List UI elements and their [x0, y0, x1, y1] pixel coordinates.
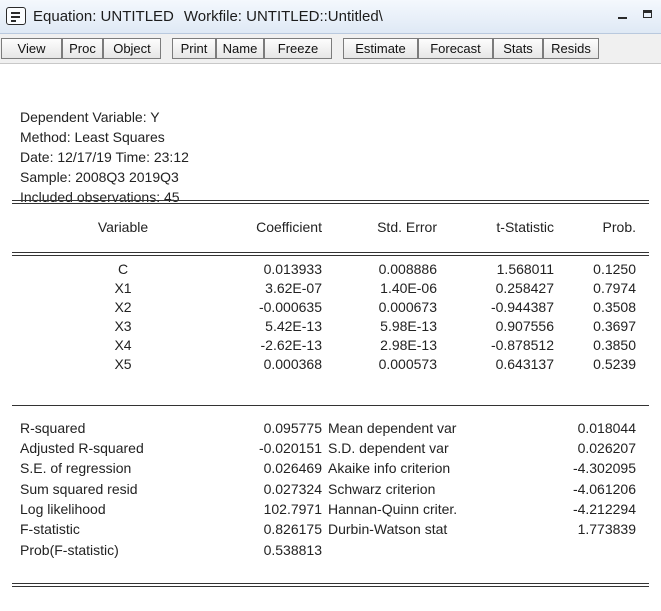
row-coefficient: 0.000368 — [263, 356, 322, 372]
stat-label: S.E. of regression — [20, 460, 132, 476]
table-divider — [12, 200, 649, 204]
print-button[interactable]: Print — [172, 38, 216, 59]
row-coefficient: 3.62E-07 — [265, 280, 322, 296]
stats-button[interactable]: Stats — [493, 38, 543, 59]
stat-value: 0.018044 — [577, 420, 636, 436]
included-observations: Included observations: 45 — [20, 189, 180, 205]
stat-label: Akaike info criterion — [328, 460, 451, 476]
row-std-error: 1.40E-06 — [380, 280, 437, 296]
row-variable: X1 — [114, 280, 132, 296]
stat-value: 0.027324 — [263, 481, 322, 497]
stat-value: -4.302095 — [572, 460, 636, 476]
window-title: Equation: UNTITLED Workfile: UNTITLED::Un… — [33, 8, 383, 25]
minimize-icon[interactable] — [614, 6, 632, 24]
method: Method: Least Squares — [20, 129, 165, 145]
row-variable: X2 — [114, 299, 132, 315]
stat-label: S.D. dependent var — [328, 440, 449, 456]
equation-window-icon[interactable] — [6, 7, 26, 25]
title-equation: Equation: UNTITLED — [33, 8, 174, 25]
row-t-statistic: -0.878512 — [490, 337, 554, 353]
row-prob: 0.5239 — [593, 356, 636, 372]
maximize-icon[interactable] — [639, 6, 657, 24]
stat-value: 0.826175 — [263, 521, 322, 537]
stat-label: Durbin-Watson stat — [328, 521, 448, 537]
row-std-error: 0.000573 — [378, 356, 437, 372]
col-header-coefficient: Coefficient — [256, 219, 322, 235]
estimation-output: Dependent Variable: Y Method: Least Squa… — [0, 64, 661, 611]
row-coefficient: 0.013933 — [263, 261, 322, 277]
estimate-button[interactable]: Estimate — [343, 38, 418, 59]
date-time: Date: 12/17/19 Time: 23:12 — [20, 149, 189, 165]
stat-label: Schwarz criterion — [328, 481, 436, 497]
row-coefficient: -0.000635 — [258, 299, 322, 315]
stat-value: 0.095775 — [263, 420, 322, 436]
stat-value: 0.026469 — [263, 460, 322, 476]
sample: Sample: 2008Q3 2019Q3 — [20, 169, 179, 185]
row-std-error: 5.98E-13 — [380, 318, 437, 334]
row-std-error: 2.98E-13 — [380, 337, 437, 353]
stat-value: -0.020151 — [258, 440, 322, 456]
stat-label: Mean dependent var — [328, 420, 457, 436]
forecast-button[interactable]: Forecast — [418, 38, 493, 59]
stat-value: 0.538813 — [263, 542, 322, 558]
title-bar: Equation: UNTITLED Workfile: UNTITLED::Un… — [0, 0, 661, 34]
row-t-statistic: 0.643137 — [495, 356, 554, 372]
stat-value: 102.7971 — [263, 501, 322, 517]
col-header-variable: Variable — [97, 219, 149, 235]
stat-label: Log likelihood — [20, 501, 106, 517]
table-divider — [12, 405, 649, 406]
col-header-prob: Prob. — [602, 219, 636, 235]
toolbar: View Proc Object Print Name Freeze Estim… — [0, 34, 661, 64]
proc-button[interactable]: Proc — [62, 38, 103, 59]
stat-value: -4.212294 — [572, 501, 636, 517]
row-variable: X3 — [114, 318, 132, 334]
resids-button[interactable]: Resids — [543, 38, 599, 59]
freeze-button[interactable]: Freeze — [264, 38, 332, 59]
row-coefficient: -2.62E-13 — [260, 337, 322, 353]
row-variable: C — [117, 261, 129, 277]
stat-value: -4.061206 — [572, 481, 636, 497]
row-std-error: 0.000673 — [378, 299, 437, 315]
row-prob: 0.7974 — [593, 280, 636, 296]
row-prob: 0.3508 — [593, 299, 636, 315]
object-button[interactable]: Object — [103, 38, 161, 59]
row-t-statistic: 1.568011 — [496, 261, 554, 277]
col-header-t-statistic: t-Statistic — [496, 219, 554, 235]
row-variable: X5 — [114, 356, 132, 372]
row-prob: 0.3850 — [593, 337, 636, 353]
table-divider — [12, 583, 649, 587]
stat-label: Prob(F-statistic) — [20, 542, 119, 558]
row-prob: 0.3697 — [593, 318, 636, 334]
row-t-statistic: -0.944387 — [490, 299, 554, 315]
name-button[interactable]: Name — [216, 38, 264, 59]
row-coefficient: 5.42E-13 — [265, 318, 322, 334]
title-workfile: Workfile: UNTITLED::Untitled\ — [183, 8, 383, 25]
row-std-error: 0.008886 — [378, 261, 437, 277]
stat-label: F-statistic — [20, 521, 80, 537]
row-t-statistic: 0.258427 — [495, 280, 554, 296]
stat-label: Sum squared resid — [20, 481, 138, 497]
row-t-statistic: 0.907556 — [495, 318, 554, 334]
table-divider — [12, 252, 649, 256]
row-prob: 0.1250 — [593, 261, 636, 277]
stat-label: Hannan-Quinn criter. — [328, 501, 458, 517]
row-variable: X4 — [114, 337, 132, 353]
stat-value: 1.773839 — [577, 521, 636, 537]
stat-label: Adjusted R-squared — [20, 440, 144, 456]
stat-value: 0.026207 — [577, 440, 636, 456]
view-button[interactable]: View — [1, 38, 62, 59]
dependent-variable: Dependent Variable: Y — [20, 109, 160, 125]
stat-label: R-squared — [20, 420, 86, 436]
col-header-std-error: Std. Error — [377, 219, 437, 235]
